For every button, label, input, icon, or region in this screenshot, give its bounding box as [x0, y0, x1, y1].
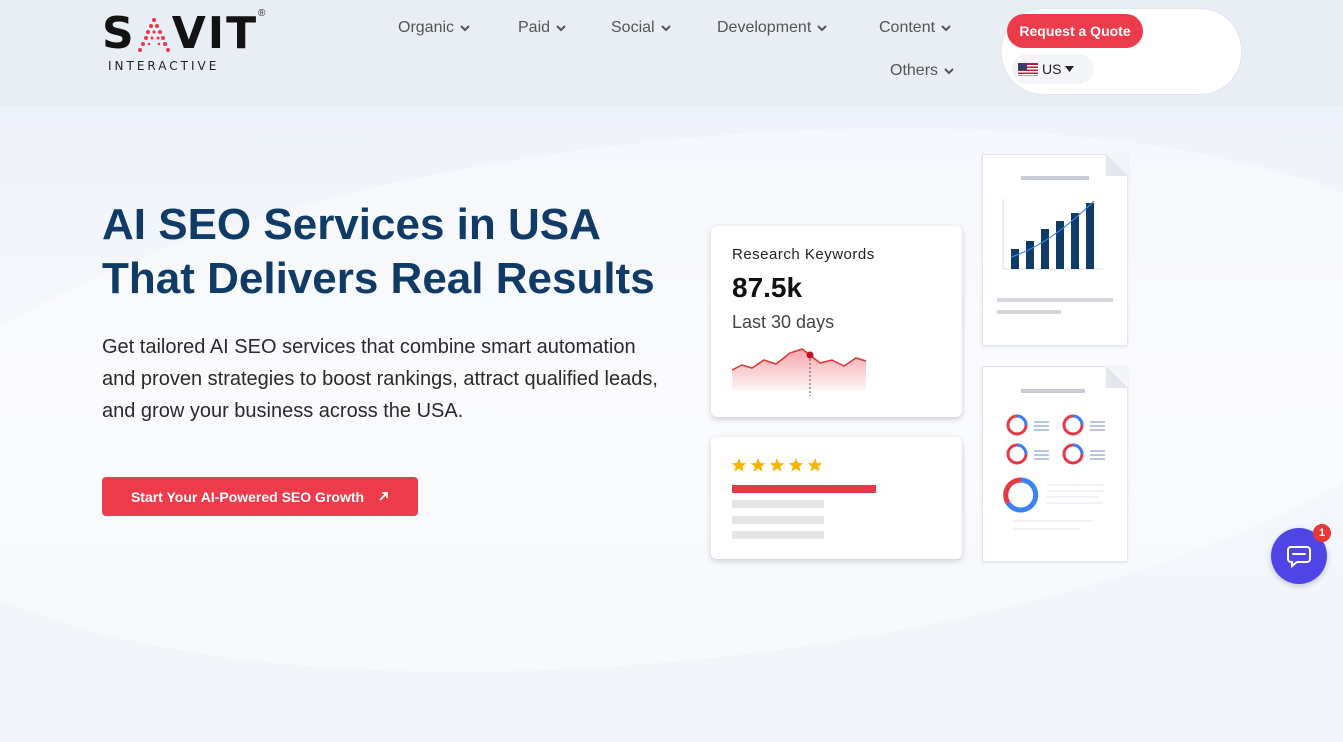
- nav-item-content[interactable]: Content: [879, 19, 951, 37]
- research-keywords-period: Last 30 days: [732, 312, 835, 332]
- nav-item-social[interactable]: Social: [611, 19, 671, 37]
- locale-label: US: [1042, 61, 1062, 77]
- analytics-document-illustration: [982, 366, 1128, 562]
- research-keywords-label: Research Keywords: [732, 246, 875, 263]
- research-keywords-card: Research Keywords 87.5k Last 30 days: [711, 226, 962, 417]
- star-icon: [769, 458, 785, 472]
- start-seo-growth-button[interactable]: Start Your AI-Powered SEO Growth: [102, 477, 418, 516]
- report-text-line: [997, 310, 1061, 314]
- cta-label: Start Your AI-Powered SEO Growth: [130, 488, 365, 505]
- logo-registered-mark: ®: [258, 8, 266, 19]
- caret-down-icon: [1065, 66, 1075, 72]
- chevron-down-icon: [556, 25, 566, 32]
- logo-tagline: INTERACTIVE: [108, 59, 220, 73]
- report-document-illustration: [982, 154, 1128, 346]
- nav-item-organic[interactable]: Organic: [398, 19, 470, 37]
- folded-corner-icon: [1106, 366, 1128, 388]
- bar-chart-illustration: [1002, 199, 1103, 270]
- chevron-down-icon: [817, 25, 827, 32]
- hero-description: Get tailored AI SEO services that combin…: [102, 336, 658, 422]
- review-placeholder-line: [732, 531, 824, 539]
- logo[interactable]: S VIT ® INTERACTIVE: [102, 8, 272, 78]
- us-flag-icon: [1018, 62, 1038, 76]
- star-icon: [750, 458, 766, 472]
- keywords-sparkline: [732, 348, 867, 396]
- report-title-line: [1021, 176, 1089, 180]
- chevron-down-icon: [941, 25, 951, 32]
- review-highlight-bar: [732, 485, 876, 493]
- donut-gauges-illustration: [1003, 414, 1105, 530]
- review-placeholder-line: [732, 500, 824, 508]
- nav-item-label: Organic: [398, 19, 455, 36]
- page-title-line-2: That Delivers Real Results: [102, 254, 655, 303]
- chevron-down-icon: [944, 68, 954, 75]
- chat-notification-badge: 1: [1313, 524, 1331, 542]
- star-icon: [731, 458, 747, 472]
- review-card: [711, 437, 962, 559]
- chat-icon: [1287, 546, 1311, 569]
- research-keywords-value: 87.5k: [732, 272, 803, 303]
- folded-corner-icon: [1106, 154, 1128, 176]
- chevron-down-icon: [460, 25, 470, 32]
- nav-item-label: Social: [611, 19, 655, 36]
- request-quote-button[interactable]: Request a Quote: [1007, 14, 1143, 48]
- locale-selector[interactable]: US: [1012, 54, 1094, 84]
- star-icon: [788, 458, 804, 472]
- logo-wordmark: S VIT: [102, 8, 259, 59]
- nav-item-label: Content: [879, 19, 936, 36]
- logo-dotted-a-icon: [137, 18, 170, 52]
- star-rating: [731, 457, 823, 473]
- nav-item-others[interactable]: Others: [890, 62, 954, 80]
- report-title-line: [1021, 389, 1085, 393]
- nav-item-label: Paid: [518, 19, 551, 36]
- page-title-line-1: AI SEO Services in USA: [102, 200, 601, 249]
- nav-item-label: Development: [717, 19, 812, 36]
- review-placeholder-line: [732, 516, 824, 524]
- nav-item-paid[interactable]: Paid: [518, 19, 566, 37]
- page-title: AI SEO Services in USA That Delivers Rea…: [102, 198, 722, 306]
- nav-item-development[interactable]: Development: [717, 19, 827, 37]
- arrow-up-right-icon: [379, 492, 388, 501]
- star-icon: [807, 458, 823, 472]
- chevron-down-icon: [660, 25, 671, 32]
- report-text-line: [997, 298, 1113, 302]
- nav-item-label: Others: [890, 62, 939, 79]
